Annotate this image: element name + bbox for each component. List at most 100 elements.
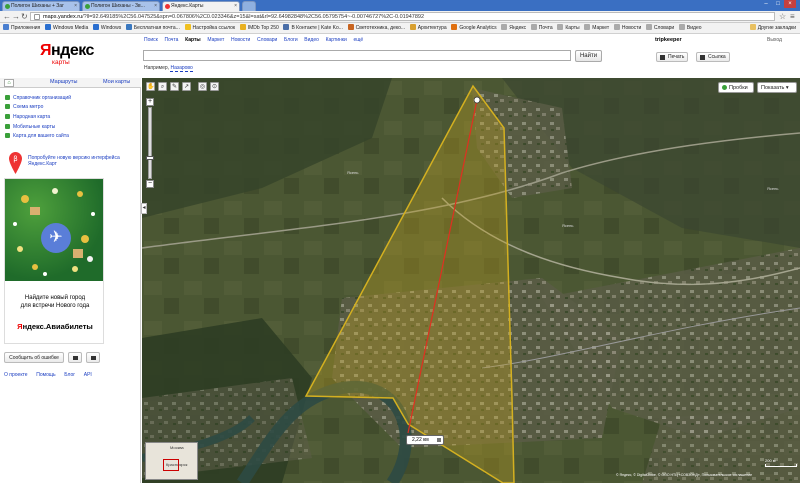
service-link[interactable]: Блоги: [284, 37, 298, 43]
service-link[interactable]: Картинки: [326, 37, 347, 43]
sidebar-link-label[interactable]: Карта для вашего сайта: [13, 133, 69, 139]
find-button[interactable]: Найти: [575, 50, 602, 62]
sidebar-link[interactable]: Мобильные карты: [5, 124, 55, 130]
print-map-button[interactable]: [68, 352, 82, 363]
traffic-button[interactable]: Пробки: [718, 82, 754, 93]
close-icon[interactable]: ×: [154, 2, 157, 10]
home-icon[interactable]: ⌂: [4, 79, 14, 87]
report-error-button[interactable]: Сообщить об ошибке: [4, 352, 64, 363]
bookmark-item[interactable]: IMDb Top 250: [239, 23, 279, 33]
distance-icon[interactable]: ↗: [182, 82, 191, 91]
collapse-sidebar-button[interactable]: ◂: [141, 203, 147, 214]
sidebar-link[interactable]: Народная карта: [5, 114, 50, 120]
sidebar-link-label[interactable]: Мобильные карты: [13, 124, 55, 130]
bookmark-item[interactable]: Google Analytics: [451, 23, 497, 33]
new-tab-button[interactable]: [242, 1, 256, 11]
username[interactable]: tripkeeper: [655, 37, 682, 43]
close-icon[interactable]: ×: [234, 2, 237, 10]
footer-link[interactable]: Помощь: [36, 372, 55, 378]
link-button[interactable]: Ссылка: [696, 52, 730, 62]
bookmark-item[interactable]: В Контакте | Kate Ko...: [283, 23, 343, 33]
bookmark-item[interactable]: Почта: [530, 23, 553, 33]
footer-link[interactable]: Блог: [64, 372, 75, 378]
close-icon[interactable]: [437, 438, 441, 442]
url-input[interactable]: maps.yandex.ru/?ll=92.649185%2C56.047525…: [30, 12, 775, 21]
link-bullet-icon: [5, 95, 10, 100]
bookmark-other[interactable]: Другие закладки: [749, 23, 796, 33]
sidebar-link-label[interactable]: Справочник организаций: [13, 95, 71, 101]
bookmark-item[interactable]: Словари: [645, 23, 674, 33]
forward-icon[interactable]: →: [12, 12, 20, 21]
sidebar-tabs: ⌂ Маршруты Мои карты: [0, 78, 141, 88]
sidebar-link[interactable]: Схема метро: [5, 104, 43, 110]
bookmarks-bar: Приложения Windows Media Windows Бесплат…: [0, 23, 800, 34]
minimize-icon[interactable]: –: [760, 0, 772, 8]
sidebar-link-label[interactable]: Схема метро: [13, 104, 43, 110]
sidebar-link[interactable]: Карта для вашего сайта: [5, 133, 69, 139]
bookmark-item[interactable]: Архитектура: [409, 23, 447, 33]
bookmark-apps[interactable]: Приложения: [3, 23, 40, 33]
bookmark-item[interactable]: Карты: [557, 23, 580, 33]
bookmark-item[interactable]: Новости: [613, 23, 641, 33]
hand-tool-icon[interactable]: ✋: [146, 82, 155, 91]
bookmark-label: Бесплатная почта...: [133, 25, 180, 31]
zoom-slider-thumb[interactable]: [146, 156, 154, 160]
logout-link[interactable]: Выход: [767, 37, 782, 43]
tab-my-maps[interactable]: Мои карты: [103, 79, 130, 85]
reload-icon[interactable]: ↻: [21, 12, 28, 21]
print-button[interactable]: Печать: [656, 52, 689, 62]
pin-button[interactable]: [86, 352, 100, 363]
browser-tab[interactable]: Полигон Шиханы + Заг ×: [2, 1, 80, 11]
bookmark-item[interactable]: Настройка ссылок: [184, 23, 235, 33]
bookmark-icon: [645, 24, 652, 30]
zoom-slider[interactable]: [148, 107, 152, 179]
copyright[interactable]: © Яндекс, © DigitalGlobe, © ООО НТЦ «СОВ…: [616, 473, 752, 477]
layers-icon[interactable]: ◎: [198, 82, 207, 91]
minimap[interactable]: Москва Красноярск: [145, 442, 198, 480]
show-dropdown[interactable]: Показать ▾: [757, 82, 797, 93]
browser-tab[interactable]: Полигон Шиханы - Зв... ×: [82, 1, 160, 11]
locate-icon[interactable]: ⊙: [210, 82, 219, 91]
traffic-label: Пробки: [729, 85, 748, 91]
sidebar-link[interactable]: Справочник организаций: [5, 95, 71, 101]
footer-link[interactable]: О проекте: [4, 372, 28, 378]
tab-routes[interactable]: Маршруты: [50, 79, 77, 85]
map-view[interactable]: ✋ ⌕ ✎ ↗ ◎ ⊙ + − Пробки Показать ▾ Ясень …: [142, 78, 800, 483]
yandex-logo[interactable]: Яндекс: [40, 42, 94, 60]
browser-tab-active[interactable]: Яндекс.Карты ×: [162, 1, 240, 11]
service-link[interactable]: Видео: [304, 37, 319, 43]
maximize-icon[interactable]: □: [772, 0, 784, 8]
search-input[interactable]: [143, 50, 571, 61]
zoom-out-button[interactable]: −: [146, 180, 154, 188]
service-link[interactable]: Поиск: [144, 37, 158, 43]
bookmark-item[interactable]: Светотехника, деко...: [347, 23, 405, 33]
service-link[interactable]: Маркет: [207, 37, 224, 43]
bookmark-item[interactable]: Бесплатная почта...: [125, 23, 180, 33]
service-link[interactable]: ещё: [353, 37, 363, 43]
bookmark-icon: [613, 24, 620, 30]
new-version-link[interactable]: Попробуйте новую версию интерфейса Яндек…: [28, 155, 138, 167]
bookmark-item[interactable]: Windows: [92, 23, 121, 33]
menu-icon[interactable]: ≡: [790, 12, 795, 21]
footer-link[interactable]: API: [84, 372, 92, 378]
close-icon[interactable]: ×: [74, 2, 77, 10]
bookmark-item[interactable]: Маркет: [584, 23, 609, 33]
ad-banner[interactable]: ✈ Найдите новый город для встречи Нового …: [4, 178, 104, 344]
back-icon[interactable]: ←: [3, 12, 11, 21]
magnifier-icon[interactable]: ⌕: [158, 82, 167, 91]
sidebar-link-label[interactable]: Народная карта: [13, 114, 50, 120]
service-link[interactable]: Новости: [231, 37, 250, 43]
service-link[interactable]: Почта: [165, 37, 179, 43]
ruler-icon[interactable]: ✎: [170, 82, 179, 91]
example-link[interactable]: Назарово: [170, 65, 193, 72]
bookmark-item[interactable]: Видео: [678, 23, 702, 33]
bookmark-icon: [44, 24, 51, 30]
zoom-in-button[interactable]: +: [146, 98, 154, 106]
sidebar-footer: О проекте Помощь Блог API: [4, 372, 99, 378]
bookmark-item[interactable]: Windows Media: [44, 23, 88, 33]
close-window-icon[interactable]: ×: [784, 0, 796, 8]
service-link[interactable]: Словари: [257, 37, 277, 43]
distance-label[interactable]: 2,22 км: [406, 435, 444, 445]
bookmark-item[interactable]: Яндекс: [501, 23, 526, 33]
star-icon[interactable]: ☆: [779, 12, 786, 21]
